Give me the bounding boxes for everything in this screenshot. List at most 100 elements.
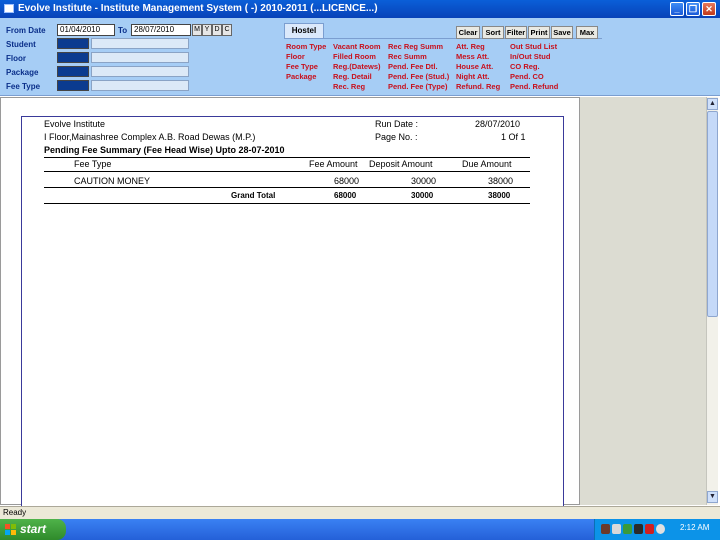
student-code-field[interactable] [57,38,89,49]
report-link-floor[interactable]: Floor [286,52,305,62]
report-link-night-att[interactable]: Night Att. [456,72,489,82]
close-button[interactable]: ✕ [702,2,716,16]
report-link-package[interactable]: Package [286,72,316,82]
scroll-up-icon[interactable]: ▲ [707,98,718,110]
student-name-field[interactable] [91,38,189,49]
window-title: Evolve Institute - Institute Management … [18,3,378,14]
report-link-filled-room[interactable]: Filled Room [333,52,376,62]
report-link-house-att[interactable]: House Att. [456,62,493,72]
total-deposit-amount: 30000 [411,191,434,200]
fee-type-name-field[interactable] [91,80,189,91]
report-link-rec-reg-summ[interactable]: Rec Reg Summ [388,42,443,52]
report-link-att-reg[interactable]: Att. Reg [456,42,485,52]
page-no-value: 1 Of 1 [501,132,526,142]
fee-type-label: Fee Type [6,82,41,91]
report-link-room-type[interactable]: Room Type [286,42,326,52]
start-label: start [20,522,47,536]
report-link-reg-datewise[interactable]: Reg.(Datews) [333,62,381,72]
sort-button[interactable]: Sort [482,26,504,39]
package-name-field[interactable] [91,66,189,77]
vertical-scrollbar[interactable]: ▲ ▼ [706,97,718,505]
to-date-field[interactable]: 28/07/2010 [131,24,191,36]
minimize-button[interactable]: _ [670,2,684,16]
network-icon[interactable] [601,524,610,534]
report-link-vacant-room[interactable]: Vacant Room [333,42,381,52]
floor-label: Floor [6,54,26,63]
month-button[interactable]: M [192,24,202,36]
package-code-field[interactable] [57,66,89,77]
report-link-rec-reg[interactable]: Rec. Reg [333,82,365,92]
antivirus-icon[interactable] [645,524,654,534]
status-bar: Ready [0,506,720,519]
report-link-reg-detail[interactable]: Reg. Detail [333,72,372,82]
student-label: Student [6,40,36,49]
filter-button[interactable]: Filter [505,26,527,39]
report-link-co-reg[interactable]: CO Reg. [510,62,540,72]
col-header-due-amount: Due Amount [462,159,512,169]
from-date-label: From Date [6,26,46,35]
page-no-label: Page No. : [375,132,418,142]
grand-total-label: Grand Total [231,191,276,200]
col-header-fee-type: Fee Type [74,159,112,169]
fee-type-code-field[interactable] [57,80,89,91]
clear-button[interactable]: Clear [456,26,480,39]
total-bottom-rule [44,203,530,204]
col-header-deposit-amount: Deposit Amount [369,159,433,169]
header-bottom-rule [44,171,530,172]
floor-code-field[interactable] [57,52,89,63]
restore-button[interactable]: ❐ [686,2,700,16]
clock: 2:12 AM [680,523,710,532]
volume-icon[interactable] [612,524,621,534]
floor-name-field[interactable] [91,52,189,63]
run-date-value: 28/07/2010 [475,119,521,129]
total-fee-amount: 68000 [334,191,357,200]
report-background [580,97,706,505]
col-header-fee-amount: Fee Amount [309,159,358,169]
custom-button[interactable]: C [222,24,232,36]
system-tray: 2:12 AM [594,519,720,540]
report-link-out-stud-list[interactable]: Out Stud List [510,42,557,52]
save-button[interactable]: Save [551,26,573,39]
row-fee-amount: 68000 [334,176,360,186]
scroll-down-icon[interactable]: ▼ [707,491,718,503]
report-page: Evolve Institute I Floor,Mainashree Comp… [21,116,564,506]
from-date-field[interactable]: 01/04/2010 [57,24,115,36]
report-link-refund-reg[interactable]: Refund. Reg [456,82,500,92]
taskbar: start 2:12 AM [0,519,720,540]
to-label: To [118,26,128,35]
report-link-rec-summ[interactable]: Rec Summ [388,52,427,62]
tab-hostel[interactable]: Hostel [284,23,324,38]
day-button[interactable]: D [212,24,222,36]
total-due-amount: 38000 [488,191,511,200]
report-heading: Pending Fee Summary (Fee Head Wise) Upto… [44,145,285,155]
total-top-rule [44,187,530,188]
institute-address: I Floor,Mainashree Complex A.B. Road Dew… [44,132,256,142]
start-button[interactable]: start [0,519,66,540]
institute-name: Evolve Institute [44,119,106,129]
app-tray-icon[interactable] [634,524,643,534]
row-due-amount: 38000 [488,176,514,186]
update-icon[interactable] [656,524,665,534]
max-button[interactable]: Max [576,26,598,39]
windows-logo-icon [5,524,16,535]
report-link-pend-refund[interactable]: Pend. Refund [510,82,558,92]
package-label: Package [6,68,39,77]
report-link-pend-fee-type[interactable]: Pend. Fee (Type) [388,82,447,92]
report-tab-area: Hostel Clear Sort Filter Print Save Max … [284,20,602,94]
report-link-fee-type[interactable]: Fee Type [286,62,318,72]
report-link-pend-fee-stud[interactable]: Pend. Fee (Stud.) [388,72,449,82]
report-link-in-out-stud[interactable]: In/Out Stud [510,52,550,62]
row-deposit-amount: 30000 [411,176,437,186]
filter-panel: From Date 01/04/2010 To 28/07/2010 M Y D… [0,18,720,96]
report-link-pend-co[interactable]: Pend. CO [510,72,544,82]
year-button[interactable]: Y [202,24,212,36]
security-icon[interactable] [623,524,632,534]
report-link-mess-att[interactable]: Mess Att. [456,52,489,62]
print-button[interactable]: Print [528,26,550,39]
scroll-thumb[interactable] [707,111,718,317]
report-viewer: Evolve Institute I Floor,Mainashree Comp… [0,97,718,506]
row-fee-type: CAUTION MONEY [74,176,151,186]
run-date-label: Run Date : [375,119,419,129]
report-link-pend-fee-dtl[interactable]: Pend. Fee Dtl. [388,62,438,72]
header-top-rule [44,157,530,158]
